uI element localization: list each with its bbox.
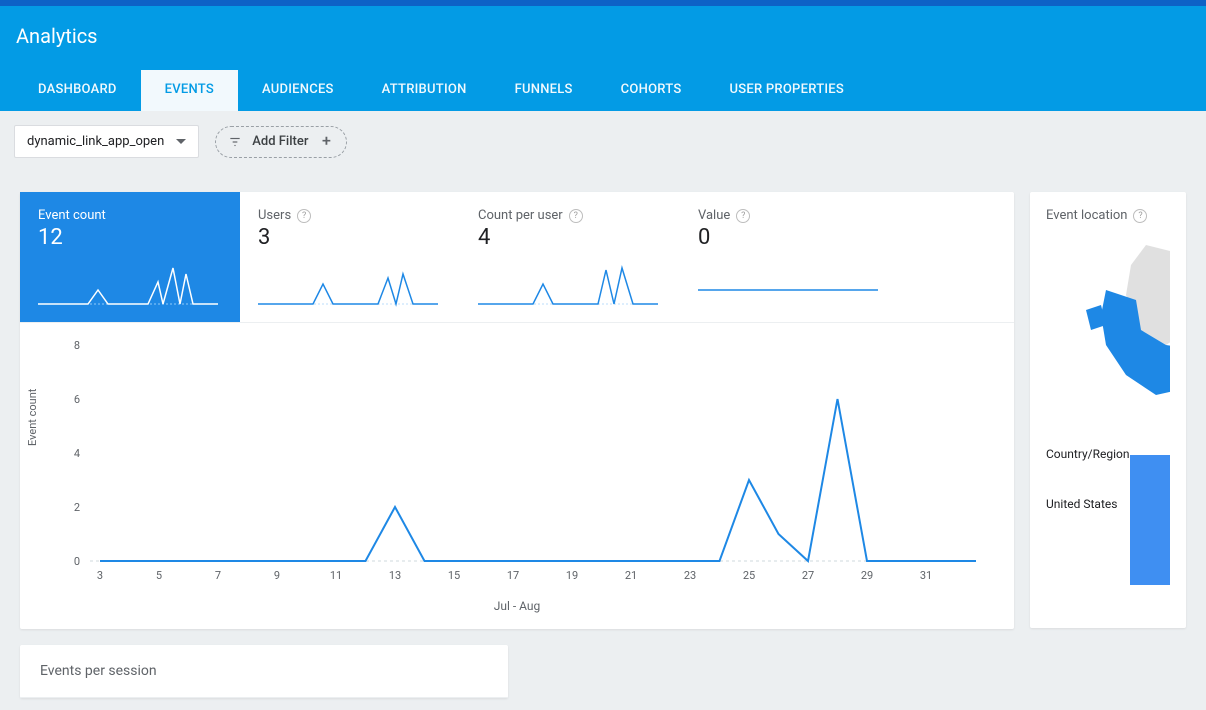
svg-text:23: 23 <box>684 569 696 582</box>
svg-text:11: 11 <box>330 569 342 582</box>
event-location-card: Event location ? Country/Region United S… <box>1030 192 1186 628</box>
svg-text:13: 13 <box>389 569 401 582</box>
chart-ylabel: Event count <box>26 389 39 446</box>
stat-event-count[interactable]: Event count 12 <box>20 192 240 322</box>
main-card: Event count 12 Users ? 3 <box>20 192 1014 629</box>
help-icon[interactable]: ? <box>569 209 583 223</box>
svg-text:9: 9 <box>274 569 280 582</box>
stat-value[interactable]: Value ? 0 <box>680 192 900 322</box>
plus-icon: + <box>318 134 334 150</box>
svg-text:7: 7 <box>215 569 221 582</box>
content: Event count 12 Users ? 3 <box>0 172 1206 629</box>
map-area <box>1046 235 1170 415</box>
filter-icon <box>228 135 242 149</box>
stat-users[interactable]: Users ? 3 <box>240 192 460 322</box>
svg-text:19: 19 <box>566 569 578 582</box>
svg-text:27: 27 <box>802 569 814 582</box>
country-bar <box>1130 455 1170 585</box>
sparkline-event-count <box>38 260 218 308</box>
svg-text:15: 15 <box>448 569 460 582</box>
sparkline-count-per-user <box>478 260 658 308</box>
add-filter-label: Add Filter <box>252 134 308 149</box>
world-map-icon <box>1046 235 1170 415</box>
svg-text:4: 4 <box>74 447 80 460</box>
tab-cohorts[interactable]: COHORTS <box>597 70 706 111</box>
svg-text:21: 21 <box>625 569 637 582</box>
tab-events[interactable]: EVENTS <box>141 70 238 111</box>
event-location-title: Event location ? <box>1046 208 1170 223</box>
tab-user-properties[interactable]: USER PROPERTIES <box>705 70 868 111</box>
caret-down-icon <box>176 139 186 144</box>
tab-funnels[interactable]: FUNNELS <box>491 70 597 111</box>
chart-xlabel: Jul - Aug <box>36 599 998 613</box>
svg-text:0: 0 <box>74 555 80 568</box>
svg-text:2: 2 <box>74 501 80 514</box>
tab-audiences[interactable]: AUDIENCES <box>238 70 358 111</box>
page-title: Analytics <box>0 6 1206 70</box>
help-icon[interactable]: ? <box>736 209 750 223</box>
filter-bar: dynamic_link_app_open Add Filter + <box>0 111 1206 172</box>
header: Analytics DASHBOARD EVENTS AUDIENCES ATT… <box>0 6 1206 111</box>
svg-text:6: 6 <box>74 393 80 406</box>
help-icon[interactable]: ? <box>297 209 311 223</box>
help-icon[interactable]: ? <box>1133 209 1147 223</box>
svg-text:8: 8 <box>74 339 80 352</box>
main-chart: Event count 0 2 4 6 8 3 5 7 9 11 <box>20 323 1014 629</box>
stat-count-per-user[interactable]: Count per user ? 4 <box>460 192 680 322</box>
stat-row: Event count 12 Users ? 3 <box>20 192 1014 323</box>
events-per-session-card: Events per session <box>20 645 508 698</box>
svg-text:3: 3 <box>97 569 103 582</box>
svg-text:5: 5 <box>156 569 162 582</box>
chart-svg: 0 2 4 6 8 3 5 7 9 11 13 15 17 19 <box>36 331 986 591</box>
tabs: DASHBOARD EVENTS AUDIENCES ATTRIBUTION F… <box>0 70 1206 111</box>
events-per-session-title: Events per session <box>20 645 508 698</box>
sparkline-users <box>258 260 438 308</box>
svg-text:25: 25 <box>743 569 755 582</box>
svg-text:17: 17 <box>507 569 519 582</box>
country-name: United States <box>1046 497 1117 511</box>
tab-attribution[interactable]: ATTRIBUTION <box>358 70 491 111</box>
sparkline-value <box>698 260 878 308</box>
event-select[interactable]: dynamic_link_app_open <box>14 125 199 158</box>
tab-dashboard[interactable]: DASHBOARD <box>14 70 141 111</box>
event-select-value: dynamic_link_app_open <box>27 134 164 149</box>
svg-text:29: 29 <box>861 569 873 582</box>
add-filter-button[interactable]: Add Filter + <box>215 126 347 158</box>
svg-text:31: 31 <box>920 569 932 582</box>
